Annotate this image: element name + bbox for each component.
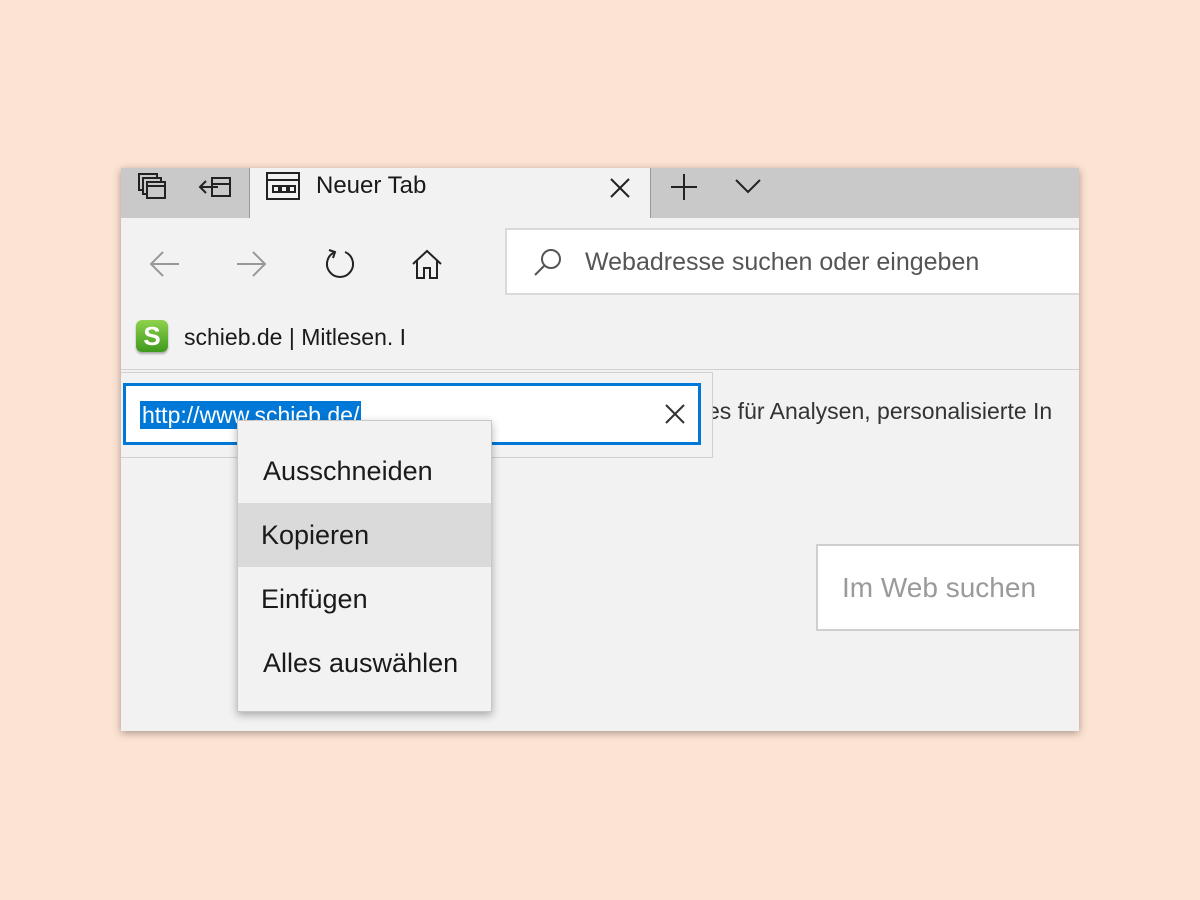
menu-item-copy[interactable]: Kopieren (238, 503, 491, 567)
back-button[interactable] (147, 246, 183, 282)
tab-strip: Neuer Tab (121, 168, 1079, 218)
set-aside-icon (198, 177, 231, 197)
arrow-left-icon (149, 251, 179, 277)
plus-icon (671, 174, 697, 200)
close-icon (665, 404, 685, 424)
tab-title: Neuer Tab (316, 172, 427, 199)
browser-window: Neuer Tab Webadresse suchen oder eingebe… (121, 168, 1079, 731)
home-icon (412, 249, 442, 279)
context-menu: Ausschneiden Kopieren Einfügen Alles aus… (237, 420, 492, 712)
favorites-bar: S schieb.de | Mitlesen. I (121, 308, 1079, 370)
navigation-bar: Webadresse suchen oder eingeben (121, 218, 1079, 308)
address-placeholder: Webadresse suchen oder eingeben (585, 248, 980, 276)
web-search-placeholder: Im Web suchen (842, 572, 1037, 603)
set-aside-tabs-button[interactable] (185, 168, 247, 206)
menu-item-label: Kopieren (261, 520, 370, 550)
page-partial-text: es für Analysen, personalisierte In (707, 398, 1053, 424)
menu-item-label: Ausschneiden (263, 456, 433, 486)
menu-item-label: Einfügen (261, 584, 368, 614)
schieb-favicon: S (136, 320, 168, 352)
tab-close-button[interactable] (606, 174, 634, 202)
new-tab-page-icon (266, 172, 300, 200)
arrow-right-icon (237, 251, 267, 277)
tabs-aside-button[interactable] (121, 168, 183, 206)
web-search-input[interactable]: Im Web suchen (816, 544, 1079, 631)
new-tab-button[interactable] (669, 172, 699, 202)
favorite-item-label[interactable]: schieb.de | Mitlesen. I (184, 324, 406, 351)
address-bar[interactable]: Webadresse suchen oder eingeben (505, 228, 1079, 295)
tab-list-button[interactable] (733, 174, 763, 198)
stacked-windows-icon (138, 173, 166, 199)
search-icon (533, 247, 563, 277)
close-icon (610, 178, 630, 198)
menu-item-select-all[interactable]: Alles auswählen (238, 631, 491, 695)
clear-button[interactable] (662, 401, 688, 427)
menu-item-paste[interactable]: Einfügen (238, 567, 491, 631)
chevron-down-icon (735, 179, 761, 194)
forward-button[interactable] (233, 246, 269, 282)
tab-neuer-tab[interactable]: Neuer Tab (249, 168, 651, 218)
refresh-icon (326, 249, 354, 278)
refresh-button[interactable] (322, 246, 358, 282)
home-button[interactable] (409, 246, 445, 282)
menu-item-label: Alles auswählen (263, 648, 459, 678)
menu-item-cut[interactable]: Ausschneiden (238, 439, 491, 503)
